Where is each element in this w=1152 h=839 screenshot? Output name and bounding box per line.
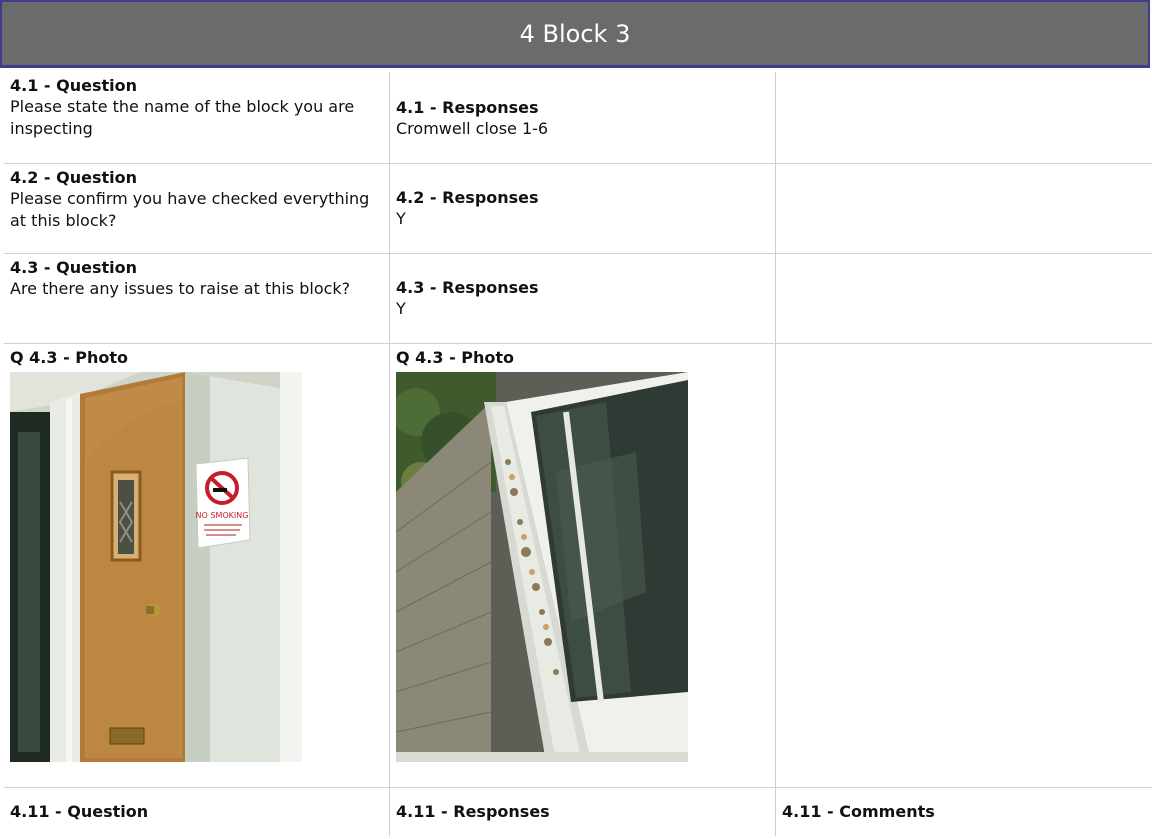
sign-text: NO SMOKING: [196, 511, 249, 520]
response-text: Cromwell close 1-6: [396, 119, 549, 138]
table-row: 4.3 - Question Are there any issues to r…: [4, 254, 1152, 344]
section-title: 4 Block 3: [519, 19, 631, 48]
photo-cell: Q 4.3 - Photo: [4, 344, 390, 787]
question-cell: 4.11 - Question: [4, 788, 390, 836]
table-row: 4.1 - Question Please state the name of …: [4, 72, 1152, 164]
door-photo[interactable]: NO SMOKING: [10, 372, 302, 762]
photo-cell: Q 4.3 - Photo: [390, 344, 776, 787]
comment-cell: [776, 72, 1152, 163]
comment-cell: [776, 344, 1152, 787]
question-label: 4.3 - Question: [10, 258, 138, 277]
response-cell: 4.3 - Responses Y: [390, 254, 776, 343]
photo-row: Q 4.3 - Photo NO SMOKING Q 4.3 - Photo: [4, 344, 1152, 788]
report-page: 4 Block 3 4.1 - Question Please state th…: [0, 0, 1152, 839]
response-text: Y: [396, 208, 406, 228]
windowsill-photo[interactable]: [396, 372, 688, 762]
response-label: 4.1 - Responses: [396, 98, 539, 117]
question-text: Please confirm you have checked everythi…: [10, 189, 370, 230]
table-row: 4.2 - Question Please confirm you have c…: [4, 164, 1152, 254]
question-cell: 4.3 - Question Are there any issues to r…: [4, 254, 390, 343]
section-header: 4 Block 3: [0, 0, 1150, 68]
response-label: 4.2 - Responses: [396, 187, 539, 207]
question-label: 4.2 - Question: [10, 168, 138, 187]
response-label: 4.11 - Responses: [396, 802, 550, 821]
photo-label: Q 4.3 - Photo: [396, 348, 515, 367]
question-cell: 4.2 - Question Please confirm you have c…: [4, 164, 390, 253]
response-label: 4.3 - Responses: [396, 277, 539, 297]
question-cell: 4.1 - Question Please state the name of …: [4, 72, 390, 163]
photo-label: Q 4.3 - Photo: [10, 348, 129, 367]
response-cell: 4.2 - Responses Y: [390, 164, 776, 253]
response-cell: 4.1 - Responses Cromwell close 1-6: [390, 72, 776, 163]
comment-cell: [776, 164, 1152, 253]
question-text: Are there any issues to raise at this bl…: [10, 279, 351, 298]
response-text: Y: [396, 298, 406, 318]
response-cell: 4.11 - Responses: [390, 788, 776, 836]
table-row: 4.11 - Question 4.11 - Responses 4.11 - …: [4, 788, 1152, 836]
comment-cell: [776, 254, 1152, 343]
comment-label: 4.11 - Comments: [782, 802, 935, 821]
question-label: 4.1 - Question: [10, 76, 138, 95]
question-label: 4.11 - Question: [10, 802, 149, 821]
comment-cell: 4.11 - Comments: [776, 788, 1152, 836]
question-text: Please state the name of the block you a…: [10, 97, 355, 138]
